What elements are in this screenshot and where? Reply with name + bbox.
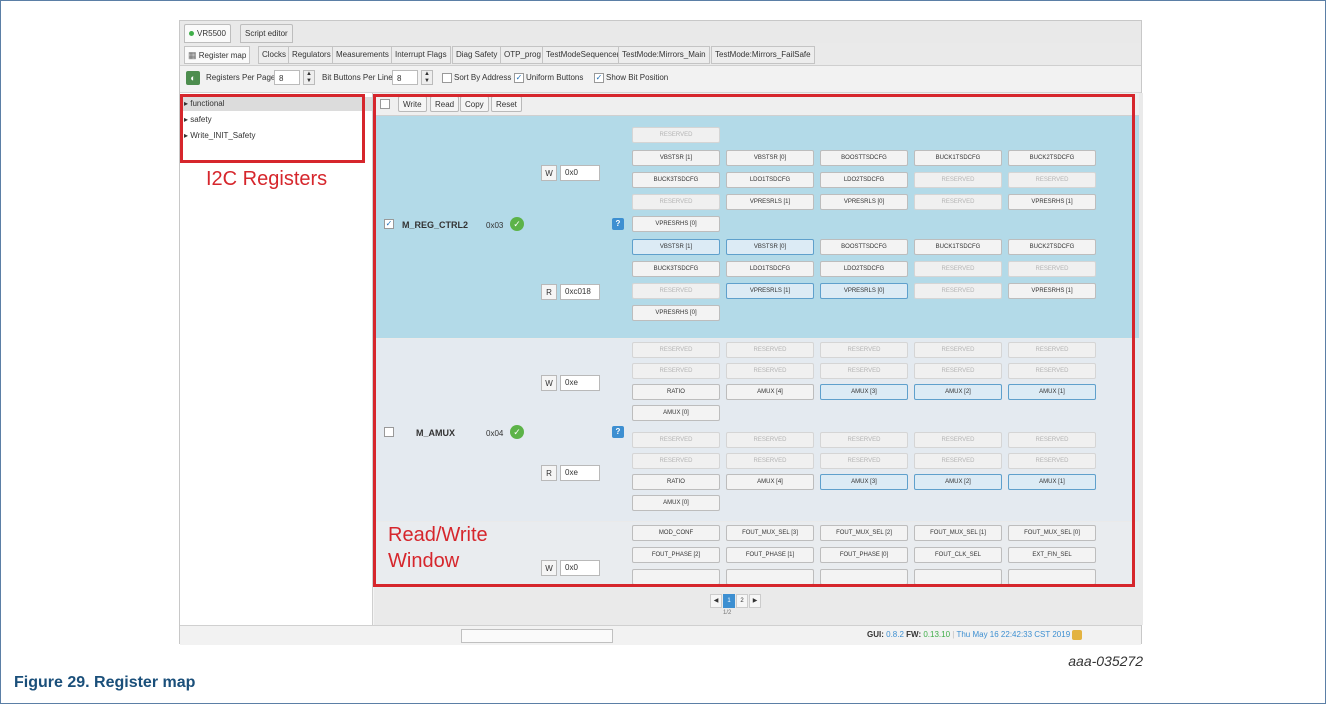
tab-diag-safety[interactable]: Diag Safety	[452, 46, 502, 64]
pagination: ◀ 1 2 ▶ 1/2	[374, 590, 1139, 620]
show-bit-position-label: Show Bit Position	[606, 73, 669, 83]
tab-label: VR5500	[197, 29, 226, 38]
refresh-icon[interactable]	[1072, 630, 1083, 640]
tab-measurements[interactable]: Measurements	[332, 46, 393, 64]
tab-otp-prog[interactable]: OTP_prog	[500, 46, 545, 64]
tab-testmode-mirrors-main[interactable]: TestMode:Mirrors_Main	[618, 46, 710, 64]
progress-bar	[461, 629, 613, 643]
registers-per-page-label: Registers Per Page	[206, 73, 276, 82]
version-info: GUI: 0.8.2 FW: 0.13.10 | Thu May 16 22:4…	[867, 630, 1083, 640]
uniform-buttons-checkbox[interactable]: ✓	[514, 73, 524, 83]
previous-page-icon[interactable]: ◀	[710, 594, 722, 608]
figure-id: aaa-035272	[1068, 653, 1143, 669]
connection-status-dot	[189, 31, 194, 37]
read-write-window-highlight	[373, 94, 1135, 587]
registers-per-page-input[interactable]: 8	[274, 70, 300, 85]
next-page-icon[interactable]: ▶	[749, 594, 761, 608]
uniform-buttons-label: Uniform Buttons	[526, 73, 584, 83]
fw-label: FW:	[906, 630, 922, 640]
fw-version: 0.13.10	[923, 630, 951, 640]
figure-caption: Figure 29. Register map	[14, 674, 196, 691]
i2c-registers-highlight	[180, 94, 365, 163]
show-bit-position-option[interactable]: ✓ Show Bit Position	[594, 73, 668, 83]
tab-register-map[interactable]: ▦ Register map	[184, 46, 251, 64]
view-toggle-icon[interactable]: ◐	[186, 71, 200, 85]
tab-script-editor[interactable]: Script editor	[240, 24, 293, 43]
sort-by-address-label: Sort By Address	[454, 73, 512, 83]
bit-buttons-per-line-input[interactable]: 8	[392, 70, 418, 85]
tab-testmode-sequencer[interactable]: TestModeSequencer	[542, 46, 624, 64]
tab-clocks[interactable]: Clocks	[258, 46, 291, 64]
bit-buttons-per-line-label: Bit Buttons Per Line	[322, 73, 393, 82]
page-indicator: 1/2	[723, 610, 732, 616]
sort-by-address-option[interactable]: Sort By Address	[442, 73, 511, 83]
tab-interrupt-flags[interactable]: Interrupt Flags	[391, 46, 451, 64]
tab-testmode-mirrors-failsafe[interactable]: TestMode:Mirrors_FailSafe	[711, 46, 815, 64]
status-bar: GUI: 0.8.2 FW: 0.13.10 | Thu May 16 22:4…	[180, 625, 1141, 645]
tab-label: Script editor	[245, 29, 288, 38]
tab-label: Register map	[198, 51, 247, 60]
gui-label: GUI:	[867, 630, 884, 640]
page-button-1[interactable]: 1	[723, 594, 735, 608]
datetime: Thu May 16 22:42:33 CST 2019	[956, 630, 1071, 640]
sort-by-address-checkbox[interactable]	[442, 73, 452, 83]
uniform-buttons-option[interactable]: ✓ Uniform Buttons	[514, 73, 583, 83]
app-tab-bar: VR5500 Script editor	[180, 21, 1141, 44]
register-map-toolbar: ◐ Registers Per Page 8 ▲ ▼ Bit Buttons Pe…	[180, 66, 1141, 93]
tab-regulators[interactable]: Regulators	[288, 46, 335, 64]
i2c-registers-annotation: I2C Registers	[206, 168, 328, 190]
grid-icon: ▦	[188, 50, 197, 60]
registers-per-page-spinner[interactable]: ▲ ▼	[303, 70, 315, 85]
page-button-2[interactable]: 2	[736, 594, 748, 608]
bit-buttons-per-line-spinner[interactable]: ▲ ▼	[421, 70, 433, 85]
view-tab-bar: ▦ Register map Clocks Regulators Measure…	[180, 43, 1141, 66]
show-bit-position-checkbox[interactable]: ✓	[594, 73, 604, 83]
tab-vr5500[interactable]: VR5500	[184, 24, 231, 43]
gui-version: 0.8.2	[886, 630, 904, 640]
read-write-window-annotation: Read/Write Window	[388, 524, 488, 572]
